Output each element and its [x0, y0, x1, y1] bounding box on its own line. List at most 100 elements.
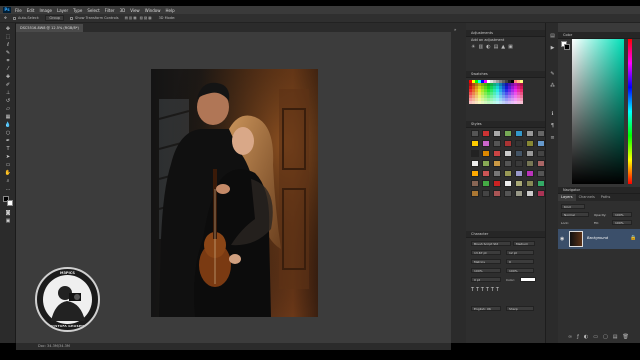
tab-layers[interactable]: Layers	[558, 194, 576, 201]
style-preset[interactable]	[526, 180, 534, 187]
menu-view[interactable]: View	[130, 8, 140, 13]
style-preset[interactable]	[537, 130, 545, 137]
swatches-panel-header[interactable]: Swatches	[466, 71, 545, 78]
more-tools-icon[interactable]: …	[3, 186, 13, 192]
dodge-tool-icon[interactable]: ○	[3, 130, 13, 136]
style-preset[interactable]	[482, 150, 490, 157]
style-preset[interactable]	[482, 160, 490, 167]
actions-icon[interactable]: ▶	[549, 45, 556, 52]
marquee-tool-icon[interactable]: ⬚	[3, 34, 13, 40]
menu-image[interactable]: Image	[39, 8, 52, 13]
style-preset[interactable]	[493, 130, 501, 137]
collapse-arrows-icon[interactable]: »	[454, 27, 463, 33]
baseline-shift-field[interactable]: 0 pt	[471, 277, 501, 282]
background-color-swatch[interactable]	[7, 200, 13, 206]
style-preset[interactable]	[526, 150, 534, 157]
adjustment-icons[interactable]: ☀▥◐▤▲▣	[471, 44, 516, 50]
group-dropdown[interactable]: Group	[45, 15, 65, 21]
style-preset[interactable]	[537, 160, 545, 167]
style-preset[interactable]	[471, 190, 479, 197]
style-preset[interactable]	[526, 170, 534, 177]
styles-grid[interactable]	[471, 130, 545, 197]
color-background-swatch[interactable]	[564, 44, 570, 50]
style-preset[interactable]	[515, 180, 523, 187]
menu-help[interactable]: Help	[165, 8, 174, 13]
menu-edit[interactable]: Edit	[27, 8, 35, 13]
move-tool-icon[interactable]: ✥	[4, 16, 7, 20]
style-preset[interactable]	[471, 140, 479, 147]
align-buttons[interactable]: ▤▥▦ ▧▨▩	[125, 16, 153, 20]
style-preset[interactable]	[537, 180, 545, 187]
screen-mode-icon[interactable]: ▣	[3, 218, 13, 224]
opacity-field[interactable]: 100%	[612, 212, 632, 217]
menu-3d[interactable]: 3D	[120, 8, 126, 13]
font-size-field[interactable]: 13.67 pt	[471, 250, 501, 255]
history-brush-tool-icon[interactable]: ↺	[3, 98, 13, 104]
style-preset[interactable]	[526, 160, 534, 167]
style-preset[interactable]	[493, 170, 501, 177]
font-style-select[interactable]: Medium	[513, 241, 535, 246]
style-preset[interactable]	[515, 130, 523, 137]
antialias-select[interactable]: Sharp	[506, 306, 534, 311]
style-preset[interactable]	[482, 130, 490, 137]
blur-tool-icon[interactable]: 💧	[3, 122, 13, 128]
type-tool-icon[interactable]: T	[3, 146, 13, 152]
brush-tool-icon[interactable]: ✐	[3, 82, 13, 88]
layers-footer-buttons[interactable]: ∞ƒ◐▭▢▤🗑	[568, 334, 634, 340]
style-preset[interactable]	[504, 190, 512, 197]
paragraph-icon[interactable]: ¶	[549, 123, 556, 130]
layer-name[interactable]: Background	[587, 236, 608, 240]
adjustments-panel-header[interactable]: Adjustments	[466, 30, 545, 37]
style-preset[interactable]	[482, 190, 490, 197]
transform-controls-checkbox[interactable]: Show Transform Controls	[70, 16, 119, 20]
style-preset[interactable]	[471, 150, 479, 157]
style-preset[interactable]	[471, 160, 479, 167]
menu-file[interactable]: File	[15, 8, 22, 13]
style-preset[interactable]	[504, 140, 512, 147]
style-preset[interactable]	[515, 150, 523, 157]
style-preset[interactable]	[493, 140, 501, 147]
swatch[interactable]	[520, 101, 523, 104]
kerning-field[interactable]: Metrics	[471, 259, 501, 264]
style-preset[interactable]	[482, 170, 490, 177]
history-icon[interactable]: ▤	[549, 33, 556, 40]
style-preset[interactable]	[504, 150, 512, 157]
document-photo[interactable]	[151, 69, 318, 317]
properties-icon[interactable]: ≡	[549, 135, 556, 142]
eyedropper-tool-icon[interactable]: ⁄	[3, 66, 13, 72]
menu-type[interactable]: Type	[73, 8, 82, 13]
character-panel-header[interactable]: Character	[466, 231, 545, 238]
menu-filter[interactable]: Filter	[105, 8, 115, 13]
style-preset[interactable]	[504, 160, 512, 167]
swatches-grid[interactable]	[469, 80, 523, 104]
style-preset[interactable]	[526, 140, 534, 147]
style-preset[interactable]	[537, 150, 545, 157]
style-preset[interactable]	[515, 140, 523, 147]
style-preset[interactable]	[537, 190, 545, 197]
tracking-field[interactable]: 0	[506, 259, 534, 264]
style-preset[interactable]	[515, 170, 523, 177]
style-preset[interactable]	[482, 180, 490, 187]
info-icon[interactable]: ℹ	[549, 111, 556, 118]
color-picker-field[interactable]	[572, 39, 624, 184]
auto-select-checkbox[interactable]: Auto-Select:	[12, 16, 39, 20]
hand-tool-icon[interactable]: ✋	[3, 170, 13, 176]
layer-filter-select[interactable]: Kind	[561, 204, 585, 209]
healing-tool-icon[interactable]: ✚	[3, 74, 13, 80]
style-preset[interactable]	[537, 170, 545, 177]
style-preset[interactable]	[493, 180, 501, 187]
language-select[interactable]: English: UK	[471, 306, 501, 311]
eraser-tool-icon[interactable]: ▱	[3, 106, 13, 112]
document-tab[interactable]: DSC5516-8W8 @ 12.5% (RGB/8*)	[16, 24, 83, 32]
font-family-select[interactable]: Brush Script Std	[471, 241, 511, 246]
stamp-tool-icon[interactable]: ⊥	[3, 90, 13, 96]
menu-window[interactable]: Window	[145, 8, 161, 13]
navigator-panel-header[interactable]: Navigator	[558, 187, 640, 194]
horizontal-scale-field[interactable]: 100%	[506, 268, 534, 273]
vertical-scale-field[interactable]: 100%	[471, 268, 501, 273]
quick-mask-icon[interactable]: ◙	[3, 210, 13, 216]
style-preset[interactable]	[493, 190, 501, 197]
layer-row[interactable]: ◉ Background 🔒	[558, 229, 640, 249]
style-preset[interactable]	[493, 150, 501, 157]
gradient-tool-icon[interactable]: ▦	[3, 114, 13, 120]
